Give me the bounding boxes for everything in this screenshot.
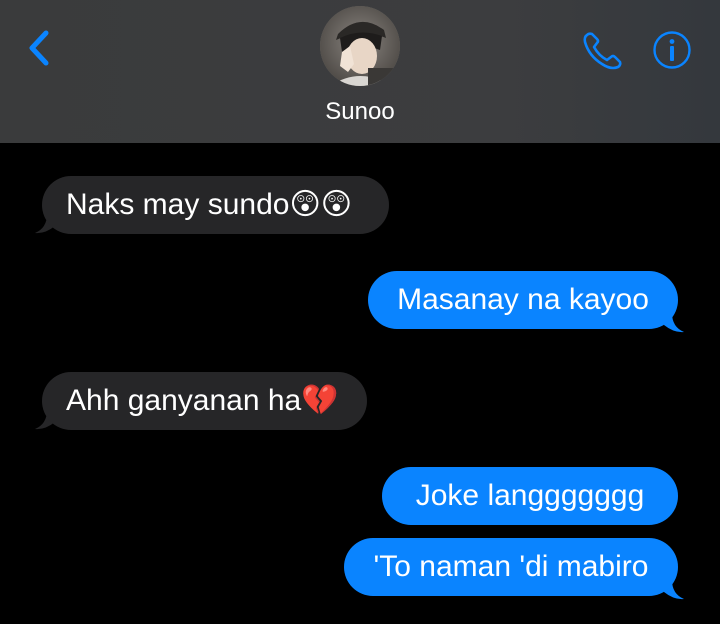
message-text: Joke langgggggg xyxy=(415,479,645,512)
message-bubble-incoming[interactable]: Ahh ganyanan ha💔 xyxy=(42,372,367,430)
avatar[interactable] xyxy=(320,6,400,86)
message-bubble-outgoing[interactable]: 'To naman 'di mabiro xyxy=(344,538,678,596)
chevron-left-icon xyxy=(29,30,49,66)
message-bubble-incoming[interactable]: Naks may sundo😲😲 xyxy=(42,176,389,234)
contact-name[interactable]: Sunoo xyxy=(0,97,720,127)
messages-screen: Sunoo Naks may sundo😲😲 Masanay na kayoo xyxy=(0,0,720,624)
info-button[interactable] xyxy=(652,30,692,70)
contact-photo xyxy=(320,6,400,86)
broken-heart-emoji: 💔 xyxy=(301,384,339,417)
message-text: Ahh ganyanan ha xyxy=(66,384,302,417)
astonished-face-emoji: 😲😲 xyxy=(289,188,352,221)
back-button[interactable] xyxy=(22,26,58,70)
message-bubble-outgoing[interactable]: Joke langgggggg xyxy=(382,467,678,525)
message-text: 'To naman 'di mabiro xyxy=(373,550,649,583)
info-icon xyxy=(653,31,691,69)
phone-icon xyxy=(583,32,622,70)
message-text: Masanay na kayoo xyxy=(397,283,649,316)
message-bubble-outgoing[interactable]: Masanay na kayoo xyxy=(368,271,678,329)
call-button[interactable] xyxy=(580,30,626,72)
conversation-header: Sunoo xyxy=(0,0,720,143)
message-text: Naks may sundo xyxy=(66,188,290,221)
